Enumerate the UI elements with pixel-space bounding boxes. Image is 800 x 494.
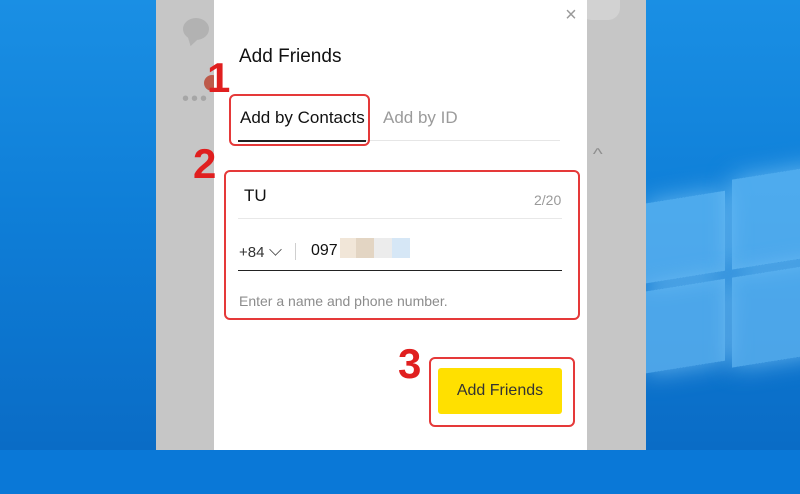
step-number-1: 1	[207, 54, 231, 101]
tab-add-by-id[interactable]: Add by ID	[383, 108, 458, 128]
highlight-box-step1	[229, 94, 370, 146]
windows-logo	[640, 106, 800, 494]
chat-icon	[183, 18, 209, 40]
close-icon[interactable]: ×	[562, 5, 580, 25]
step-number-2: 2	[193, 140, 217, 187]
highlight-box-step3	[429, 357, 575, 427]
dialog-title: Add Friends	[239, 46, 342, 67]
chevron-up-icon: ^	[592, 146, 603, 163]
highlight-box-step2	[224, 170, 580, 320]
step-number-3: 3	[398, 340, 422, 387]
more-icon: •••	[182, 88, 210, 110]
